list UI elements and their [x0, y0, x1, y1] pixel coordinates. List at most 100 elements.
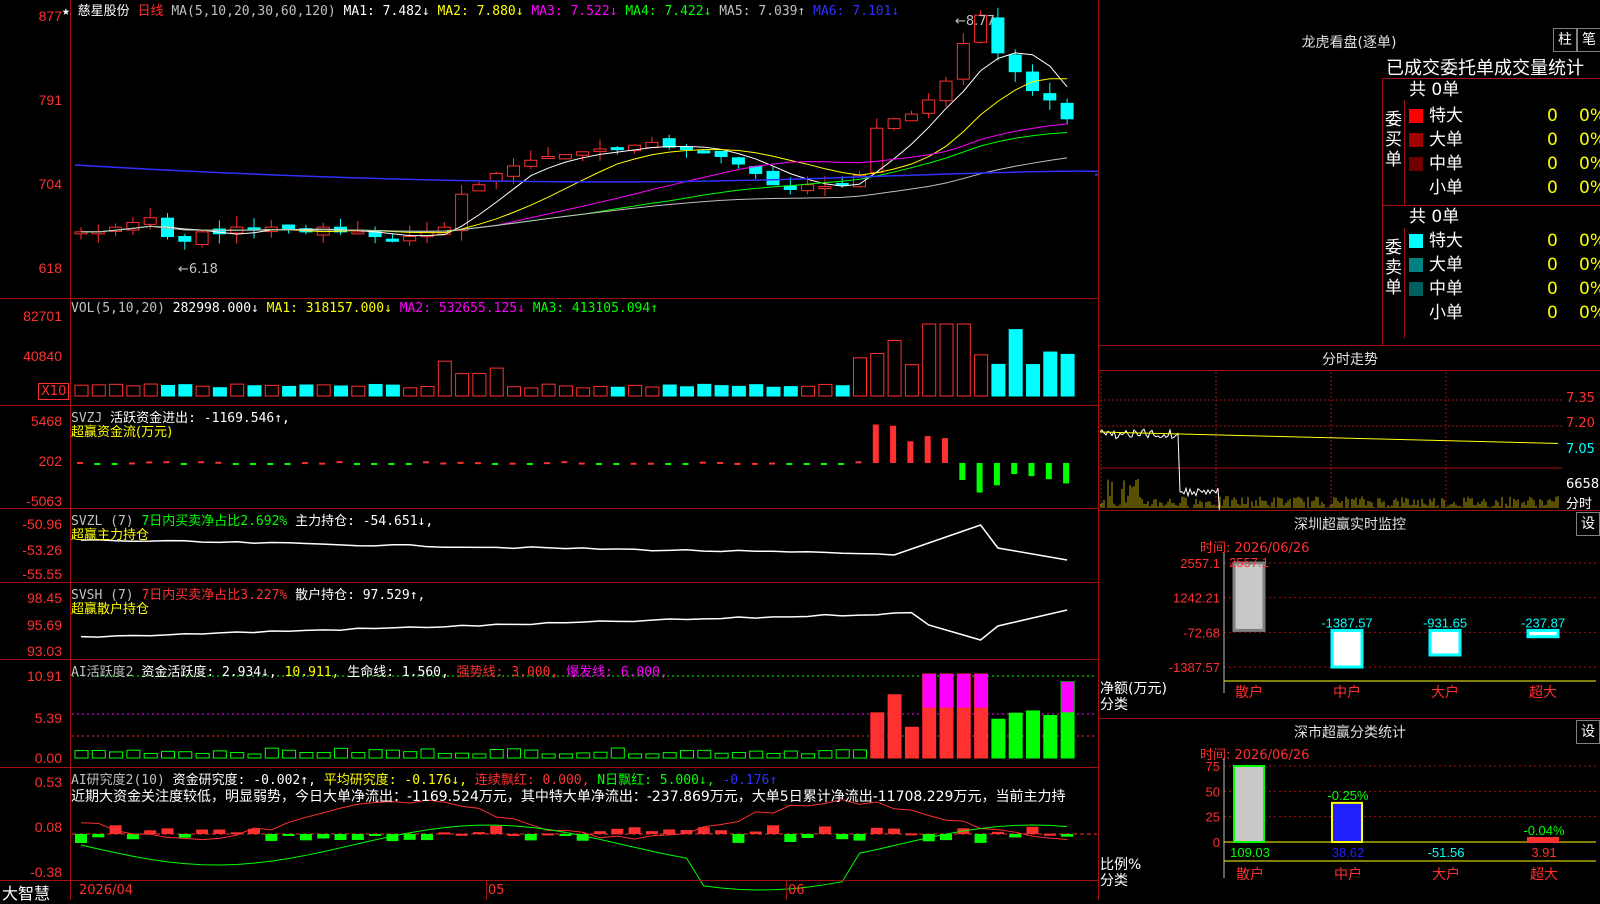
ai1-axis-2: 0.00 [34, 750, 62, 766]
ai2-analysis-text: 近期大资金关注度较低，明显弱势，今日大单净流出：-1169.524万元，其中特大… [71, 789, 1066, 805]
candle-body [576, 151, 590, 156]
svzl-axis-0: -50.96 [22, 516, 62, 532]
ai1-bar [299, 752, 314, 759]
fenshi-axis-1: 7.20 [1566, 416, 1595, 431]
sell-total: 共 0单 [1409, 207, 1460, 227]
svzj-bar [855, 461, 862, 464]
brand-label[interactable]: 大智慧 [2, 880, 50, 904]
sell-swatch [1409, 282, 1423, 296]
volume-bar [991, 363, 1006, 397]
candle-body [662, 138, 676, 148]
candle-body [1008, 54, 1022, 73]
svzj-axis-1: 202 [38, 453, 62, 469]
ai1-bar [541, 753, 556, 759]
ai2-bar [472, 832, 485, 835]
ai1-bar [403, 751, 418, 759]
ma-params: MA(5,10,20,30,60,120) [171, 4, 336, 19]
ai2-bar [645, 831, 658, 834]
sz-class-bar [1233, 765, 1265, 843]
ai2-bar [126, 834, 139, 840]
svsh-subtitle: 超赢散户持仓 [71, 602, 150, 617]
ai1-bar [904, 726, 919, 759]
sz-monitor-bar-value: 2557.1 [1229, 555, 1269, 570]
svzj-axis-0: 5468 [30, 413, 62, 429]
stock-name[interactable]: 慈星股份 [78, 4, 130, 19]
ai2-axis-0: 0.53 [34, 774, 62, 790]
svzj-bar [423, 461, 429, 464]
volume-bar [870, 352, 885, 397]
sz-class-settings-button[interactable]: 设 [1576, 720, 1600, 744]
sell-name: 小单 [1429, 303, 1463, 323]
ai1-burst-cap [922, 674, 936, 708]
buy-swatch [1409, 133, 1423, 147]
svzj-bar [353, 463, 360, 465]
candle-body [351, 231, 365, 235]
candle-body [593, 148, 607, 152]
volume-bar [749, 384, 764, 397]
tick-view-button[interactable]: 笔 [1577, 28, 1600, 52]
ai2-bar [1061, 834, 1074, 837]
buy-percent: 0% [1579, 178, 1600, 198]
svzj-bar [838, 463, 845, 465]
period-label[interactable]: 日线 [138, 4, 164, 19]
volume-bar [818, 383, 833, 397]
svzj-bar [924, 436, 931, 463]
ai2-bar [455, 833, 468, 836]
svzj-bar [232, 463, 239, 465]
chart-canvas[interactable] [0, 0, 1098, 900]
volume-bar [680, 386, 694, 397]
sell-swatch [1409, 234, 1423, 248]
ai1-bar [628, 753, 643, 759]
svzj-bar [959, 463, 966, 481]
volume-bar [161, 384, 175, 397]
svzj-bar [146, 461, 153, 464]
volume-bar [178, 384, 193, 397]
ai1-burst-cap [1061, 681, 1075, 713]
column-view-button[interactable]: 柱 [1553, 28, 1577, 52]
ai2-bar [767, 825, 779, 834]
ai2-bar [542, 833, 555, 836]
sz-class-ylabel: 比例% 分类 [1100, 857, 1142, 889]
sz-class-bar-percent: -0.04% [1523, 823, 1565, 838]
sz-monitor-title: 深圳超赢实时监控 [1294, 517, 1406, 533]
candle-body [731, 157, 745, 165]
buy-percent: 0% [1579, 130, 1600, 150]
volume-bar [576, 387, 591, 397]
ai2-axis-1: 0.08 [34, 819, 62, 835]
ai2-bar [888, 828, 901, 834]
sz-monitor-axis-label: -1387.57 [1169, 660, 1220, 675]
intraday-chart[interactable] [1100, 372, 1562, 510]
ai2-bar [801, 834, 814, 838]
sz-class-axis-label: 50 [1206, 784, 1220, 799]
ai1-bar [801, 753, 816, 759]
candle-body [507, 165, 520, 177]
svzj-bar [717, 462, 724, 465]
svzj-bar [561, 461, 568, 464]
ai1-bar [853, 749, 867, 759]
svzj-bar [734, 462, 741, 465]
sz-monitor-bar-value: -1387.57 [1321, 615, 1372, 630]
fenshi-avg-line [1100, 431, 1559, 444]
ai1-bar [991, 718, 1006, 759]
kline-chart-area[interactable] [0, 0, 1098, 900]
volume-bar [1043, 351, 1058, 397]
buy-name: 特大 [1429, 106, 1463, 126]
volume-bar [835, 385, 850, 397]
volume-bar [662, 384, 677, 397]
volume-bar [956, 323, 971, 397]
candle-body [680, 146, 693, 150]
sz-monitor-axis-label: 2557.1 [1180, 556, 1220, 571]
svzj-subtitle: 超赢资金流(万元) [71, 425, 173, 440]
ai1-bar [455, 752, 470, 759]
svsh-axis-1: 95.69 [26, 617, 62, 633]
star-icon[interactable]: ★ [62, 4, 70, 19]
volume-bar [143, 383, 158, 397]
sz-monitor-settings-button[interactable]: 设 [1576, 512, 1600, 536]
svzj-bar [1028, 463, 1035, 477]
svzj-bar [647, 462, 654, 465]
volume-bar [628, 384, 643, 397]
ai2-bar [836, 834, 849, 840]
vol-unit-badge[interactable]: X10 [38, 383, 70, 400]
candle-body [403, 236, 417, 242]
svzj-bar [803, 463, 810, 465]
